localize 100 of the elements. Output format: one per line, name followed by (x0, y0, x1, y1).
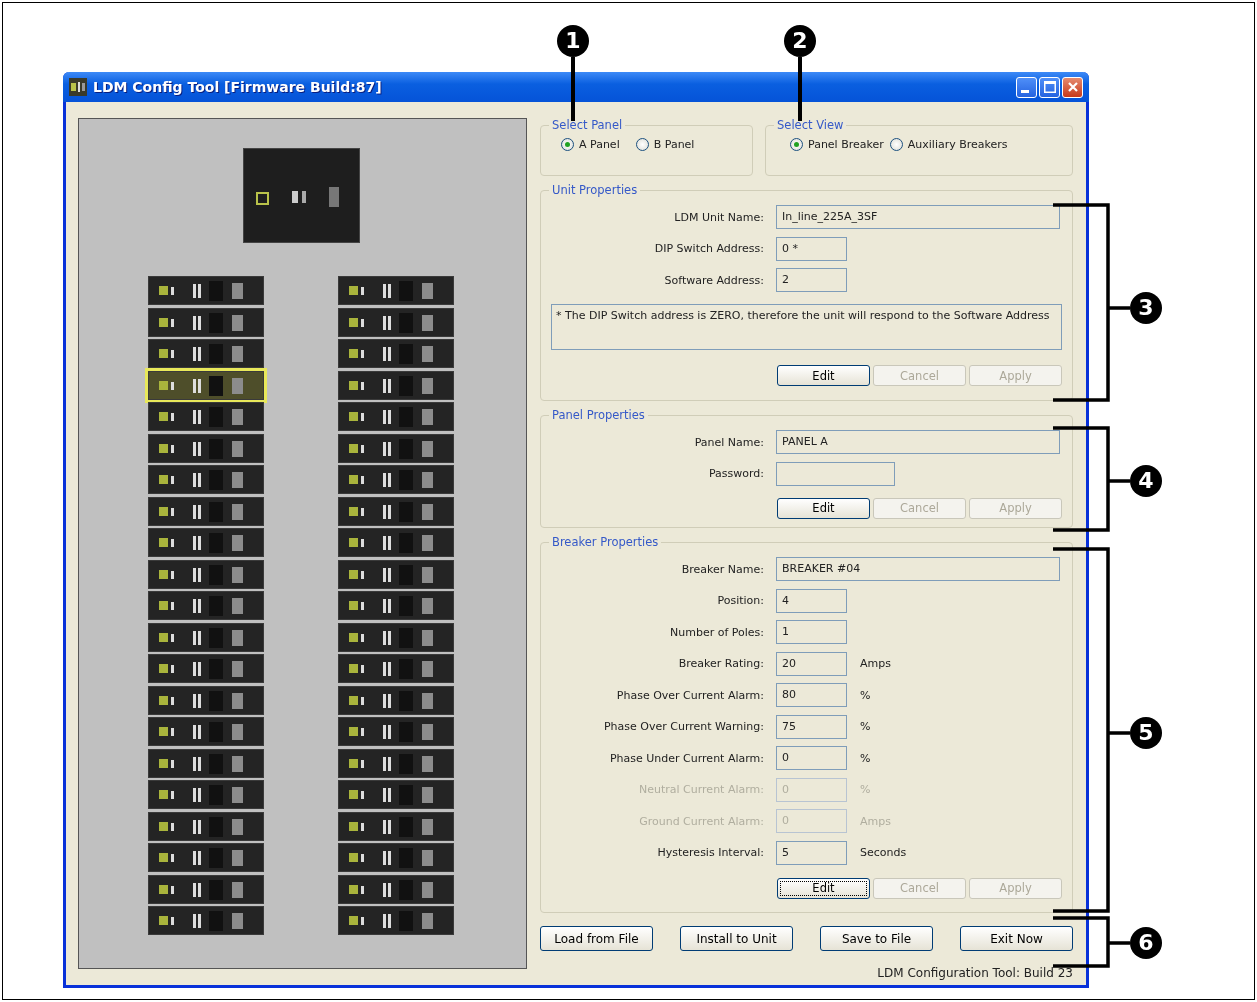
text-field[interactable]: 5 (776, 840, 847, 865)
circuit-breaker[interactable] (338, 591, 454, 620)
circuit-breaker[interactable] (338, 433, 454, 463)
unit-label: % (860, 751, 871, 765)
text-field[interactable]: 80 (776, 683, 847, 707)
circuit-breaker[interactable] (148, 874, 264, 904)
field-label: Phase Under Current Alarm: (608, 751, 764, 765)
circuit-breaker[interactable] (148, 906, 264, 935)
callout-number: 4 (1130, 465, 1162, 497)
field-label: Software Address: (663, 273, 764, 287)
group-legend: Panel Properties (549, 408, 648, 422)
status-text: LDM Configuration Tool: Build 23 (876, 966, 1073, 980)
close-button[interactable] (1062, 76, 1083, 98)
circuit-breaker[interactable] (148, 528, 264, 557)
circuit-breaker[interactable] (338, 307, 454, 337)
action-button[interactable]: Edit (777, 877, 870, 899)
circuit-breaker[interactable] (148, 402, 264, 431)
action-button[interactable]: Save to File (820, 926, 933, 951)
circuit-breaker[interactable] (148, 717, 264, 746)
callout-number: 3 (1130, 292, 1162, 324)
circuit-breaker[interactable] (338, 748, 454, 778)
circuit-breaker[interactable] (338, 528, 454, 557)
action-button[interactable]: Edit (777, 497, 870, 519)
text-field[interactable]: 20 (776, 651, 847, 676)
circuit-breaker[interactable] (338, 276, 454, 305)
radio-option[interactable]: B Panel (635, 138, 695, 151)
field-label: Position: (716, 594, 764, 607)
action-button[interactable]: Install to Unit (680, 926, 793, 951)
circuit-breaker[interactable] (148, 370, 264, 400)
callout-number: 6 (1130, 927, 1162, 959)
field-label: Phase Over Current Warning: (602, 720, 764, 733)
circuit-breaker[interactable] (148, 622, 264, 652)
radio-option[interactable]: Auxiliary Breakers (889, 138, 1008, 151)
field-label: Phase Over Current Alarm: (615, 688, 764, 702)
circuit-breaker[interactable] (148, 591, 264, 620)
radio-label: Panel Breaker (808, 138, 884, 151)
circuit-breaker[interactable] (338, 339, 454, 368)
text-field[interactable]: 4 (776, 588, 847, 613)
circuit-breaker[interactable] (148, 685, 264, 715)
text-field[interactable]: 75 (776, 714, 847, 739)
radio-button[interactable] (635, 138, 649, 151)
text-field[interactable]: In_line_225A_3SF (776, 205, 1060, 229)
circuit-breaker[interactable] (148, 654, 264, 683)
text-field[interactable]: BREAKER #04 (776, 557, 1060, 581)
action-button[interactable]: Edit (777, 365, 870, 386)
circuit-breaker[interactable] (338, 811, 454, 841)
circuit-breaker[interactable] (148, 433, 264, 463)
action-button[interactable]: Exit Now (960, 926, 1073, 951)
minimize-button[interactable] (1016, 76, 1037, 98)
circuit-breaker[interactable] (148, 748, 264, 778)
field-label: DIP Switch Address: (653, 242, 764, 255)
circuit-breaker[interactable] (148, 307, 264, 337)
circuit-breaker[interactable] (338, 370, 454, 400)
maximize-button[interactable] (1039, 76, 1060, 98)
callout-number: 5 (1130, 717, 1162, 749)
text-field[interactable]: PANEL A (776, 430, 1060, 454)
unit-label: % (860, 783, 871, 796)
circuit-breaker[interactable] (338, 780, 454, 809)
circuit-breaker[interactable] (148, 780, 264, 809)
text-field[interactable]: 0 * (776, 236, 847, 261)
circuit-breaker[interactable] (338, 874, 454, 904)
unit-label: % (860, 688, 871, 702)
group-legend: Select View (774, 118, 847, 132)
text-field[interactable]: 2 (776, 268, 847, 292)
text-field[interactable]: 1 (776, 620, 847, 644)
circuit-breaker[interactable] (338, 496, 454, 526)
circuit-breaker[interactable] (338, 843, 454, 872)
circuit-breaker[interactable] (338, 717, 454, 746)
text-field[interactable] (776, 461, 895, 486)
circuit-breaker[interactable] (148, 496, 264, 526)
leader-line (798, 57, 802, 121)
field-label: Panel Name: (693, 435, 764, 449)
field-label: Ground Current Alarm: (638, 814, 764, 828)
circuit-breaker[interactable] (338, 685, 454, 715)
unit-label: Amps (860, 814, 891, 828)
radio-button[interactable] (790, 138, 803, 151)
circuit-breaker[interactable] (148, 339, 264, 368)
circuit-breaker[interactable] (148, 465, 264, 494)
circuit-breaker[interactable] (148, 559, 264, 589)
unit-label: % (860, 720, 871, 733)
callout-number: 2 (784, 25, 816, 57)
text-field[interactable]: 0 (776, 746, 847, 770)
circuit-breaker[interactable] (148, 276, 264, 305)
action-button[interactable]: Load from File (540, 926, 653, 951)
circuit-breaker[interactable] (338, 622, 454, 652)
circuit-breaker[interactable] (338, 654, 454, 683)
circuit-breaker[interactable] (338, 559, 454, 589)
circuit-breaker[interactable] (148, 811, 264, 841)
circuit-breaker[interactable] (148, 843, 264, 872)
radio-button[interactable] (561, 138, 574, 151)
leader-line (571, 57, 575, 121)
circuit-breaker[interactable] (338, 906, 454, 935)
field-label: Hysteresis Interval: (656, 846, 764, 859)
close-icon (1067, 82, 1078, 92)
radio-option[interactable]: Panel Breaker (790, 138, 884, 151)
circuit-breaker[interactable] (338, 465, 454, 494)
radio-button[interactable] (889, 138, 903, 151)
circuit-breaker[interactable] (338, 402, 454, 431)
radio-option[interactable]: A Panel (561, 138, 620, 151)
field-label: Number of Poles: (669, 625, 764, 639)
